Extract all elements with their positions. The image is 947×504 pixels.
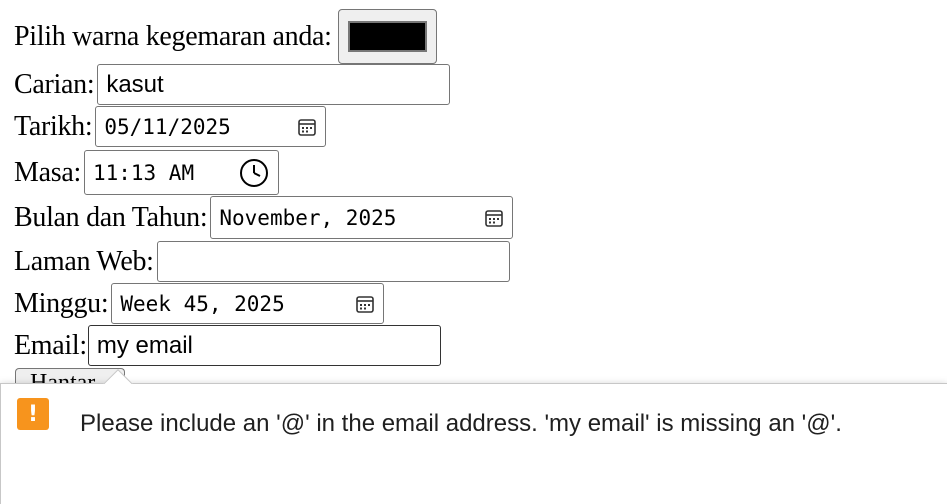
url-input[interactable]: [156, 241, 510, 282]
time-row: Masa: 11:13 AM: [14, 150, 279, 195]
date-row: Tarikh: 05/11/2025: [14, 106, 327, 147]
calendar-icon[interactable]: [484, 208, 504, 228]
time-input[interactable]: 11:13 AM: [83, 150, 279, 195]
search-label: Carian:: [14, 68, 95, 100]
month-row: Bulan dan Tahun: November, 2025: [14, 196, 514, 239]
email-label: Email:: [14, 329, 87, 361]
search-input-value: kasut: [106, 70, 164, 98]
calendar-icon[interactable]: [297, 117, 317, 137]
calendar-icon[interactable]: [355, 294, 375, 314]
email-row: Email: my email: [14, 325, 441, 366]
color-row: Pilih warna kegemaran anda:: [14, 9, 437, 64]
search-input[interactable]: kasut: [97, 64, 451, 105]
url-row: Laman Web:: [14, 241, 510, 282]
month-input[interactable]: November, 2025: [210, 196, 514, 239]
month-label: Bulan dan Tahun:: [14, 201, 208, 233]
week-input-value: Week 45, 2025: [120, 291, 285, 316]
time-input-value: 11:13 AM: [92, 160, 195, 185]
color-picker-button[interactable]: [337, 9, 437, 64]
date-label: Tarikh:: [14, 110, 93, 142]
email-input[interactable]: my email: [87, 325, 441, 366]
date-input-value: 05/11/2025: [104, 114, 231, 139]
validation-message: Please include an '@' in the email addre…: [80, 410, 842, 437]
color-swatch: [347, 21, 427, 52]
email-input-value: my email: [96, 331, 193, 359]
clock-icon[interactable]: [238, 157, 270, 189]
week-input[interactable]: Week 45, 2025: [111, 283, 385, 324]
search-row: Carian: kasut: [14, 64, 451, 105]
warning-icon: !: [17, 398, 49, 430]
week-row: Minggu: Week 45, 2025: [14, 283, 385, 324]
month-input-value: November, 2025: [219, 205, 397, 230]
validation-tooltip: [0, 383, 947, 504]
url-label: Laman Web:: [14, 245, 154, 277]
tooltip-arrow: [101, 367, 135, 384]
color-label: Pilih warna kegemaran anda:: [14, 20, 332, 52]
time-label: Masa:: [14, 156, 81, 188]
week-label: Minggu:: [14, 287, 109, 319]
date-input[interactable]: 05/11/2025: [95, 106, 327, 147]
